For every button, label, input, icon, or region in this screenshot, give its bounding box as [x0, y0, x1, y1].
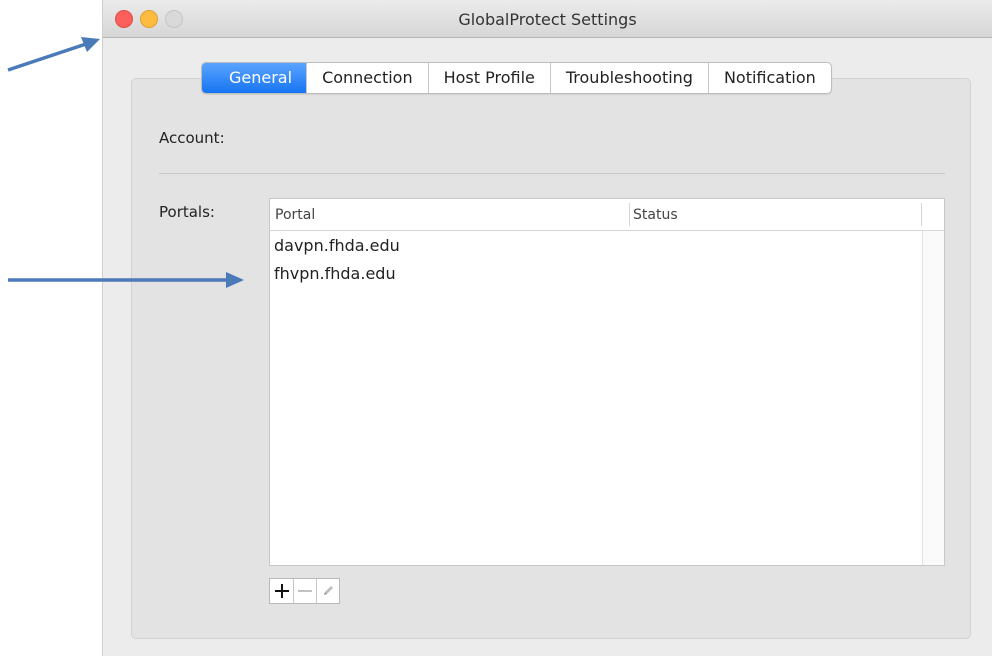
portal-address: davpn.fhda.edu: [274, 236, 400, 255]
table-row[interactable]: davpn.fhda.edu: [274, 236, 400, 255]
portal-address: fhvpn.fhda.edu: [274, 264, 396, 283]
portal-actions: [269, 578, 340, 604]
settings-window: GlobalProtect Settings General Connectio…: [102, 0, 992, 656]
add-portal-button[interactable]: [270, 579, 293, 603]
tab-notification[interactable]: Notification: [707, 63, 831, 93]
portals-table: Portal Status davpn.fhda.edu fhvpn.fhda.…: [269, 198, 945, 566]
plus-icon: [274, 584, 289, 598]
tab-host-profile[interactable]: Host Profile: [427, 63, 550, 93]
column-divider[interactable]: [921, 203, 922, 226]
window-title: GlobalProtect Settings: [458, 10, 637, 29]
table-header: Portal Status: [270, 199, 944, 231]
edit-portal-button[interactable]: [316, 579, 339, 603]
tab-general[interactable]: General: [202, 63, 307, 93]
tab-troubleshooting[interactable]: Troubleshooting: [549, 63, 708, 93]
section-divider: [159, 173, 945, 174]
remove-portal-button[interactable]: [293, 579, 316, 603]
column-header-portal[interactable]: Portal: [275, 207, 315, 223]
pencil-icon: [324, 586, 333, 595]
column-divider[interactable]: [629, 203, 630, 226]
minus-icon: [298, 590, 312, 592]
portals-label: Portals:: [159, 203, 215, 221]
table-scroll-column: [922, 231, 944, 565]
tab-bar: General Connection Host Profile Troubles…: [201, 62, 832, 94]
table-row[interactable]: fhvpn.fhda.edu: [274, 264, 396, 283]
title-bar[interactable]: GlobalProtect Settings: [103, 0, 992, 38]
column-header-status[interactable]: Status: [633, 207, 678, 223]
tab-connection[interactable]: Connection: [306, 63, 428, 93]
arrow-to-window-icon: [7, 37, 100, 72]
account-label: Account:: [159, 129, 225, 147]
